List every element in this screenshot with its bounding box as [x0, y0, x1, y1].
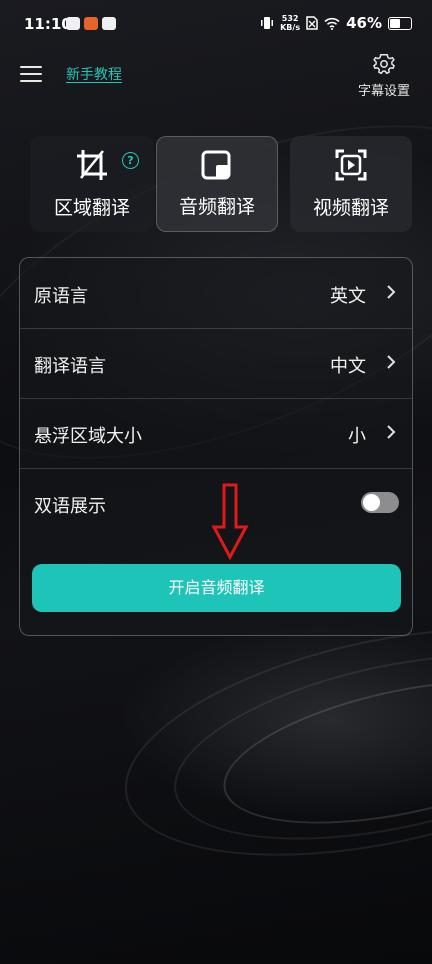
video-play-icon	[335, 149, 367, 181]
row-label: 双语展示	[34, 496, 106, 517]
status-bar: 11:10 532 KB/s 46%	[0, 0, 432, 52]
tab-audio-translation[interactable]: 音频翻译	[156, 136, 278, 232]
chevron-right-icon	[387, 285, 396, 299]
audio-window-icon	[201, 150, 231, 180]
crop-icon	[77, 150, 107, 180]
row-value: 英文	[330, 286, 366, 307]
notification-icons	[66, 17, 116, 30]
gear-icon	[373, 54, 395, 75]
status-time: 11:10	[24, 15, 72, 33]
row-value: 中文	[330, 356, 366, 377]
float-area-size-row[interactable]: 悬浮区域大小 小	[20, 398, 412, 469]
battery-icon	[388, 16, 412, 30]
translation-mode-tabs: ? 区域翻译 音频翻译 视频翻译	[30, 136, 412, 232]
row-label: 悬浮区域大小	[34, 426, 142, 447]
app-header: 新手教程 字幕设置	[0, 52, 432, 102]
annotation-arrow-icon	[211, 483, 249, 561]
tab-label: 视频翻译	[312, 197, 389, 219]
help-icon[interactable]: ?	[122, 152, 139, 169]
row-value: 小	[348, 426, 366, 447]
mail-notification-icon	[66, 17, 80, 30]
network-speed: 532 KB/s	[280, 14, 301, 32]
subtitle-settings-button[interactable]: 字幕设置	[354, 52, 414, 99]
source-language-row[interactable]: 原语言 英文	[20, 258, 412, 329]
tab-label: 区域翻译	[53, 197, 130, 219]
wifi-icon	[324, 17, 340, 30]
chevron-right-icon	[387, 425, 396, 439]
tab-label: 音频翻译	[178, 196, 255, 218]
app-notification-icon	[84, 17, 98, 30]
start-audio-translation-button[interactable]: 开启音频翻译	[32, 564, 401, 612]
row-label: 原语言	[34, 286, 88, 307]
settings-card: 原语言 英文 翻译语言 中文 悬浮区域大小 小 双语展示 开启音频翻译	[19, 257, 413, 636]
menu-icon[interactable]	[20, 66, 42, 84]
subtitle-settings-label: 字幕设置	[357, 84, 410, 99]
tab-video-translation[interactable]: 视频翻译	[290, 136, 412, 232]
tab-area-translation[interactable]: ? 区域翻译	[30, 136, 154, 232]
target-language-row[interactable]: 翻译语言 中文	[20, 328, 412, 399]
vibrate-icon	[261, 17, 274, 29]
chat-notification-icon	[102, 17, 116, 30]
chevron-right-icon	[387, 355, 396, 369]
row-label: 翻译语言	[34, 356, 106, 377]
bilingual-display-toggle[interactable]	[361, 492, 399, 513]
tutorial-link[interactable]: 新手教程	[66, 64, 122, 84]
battery-percent: 46%	[346, 14, 382, 32]
no-sim-icon	[306, 16, 318, 30]
